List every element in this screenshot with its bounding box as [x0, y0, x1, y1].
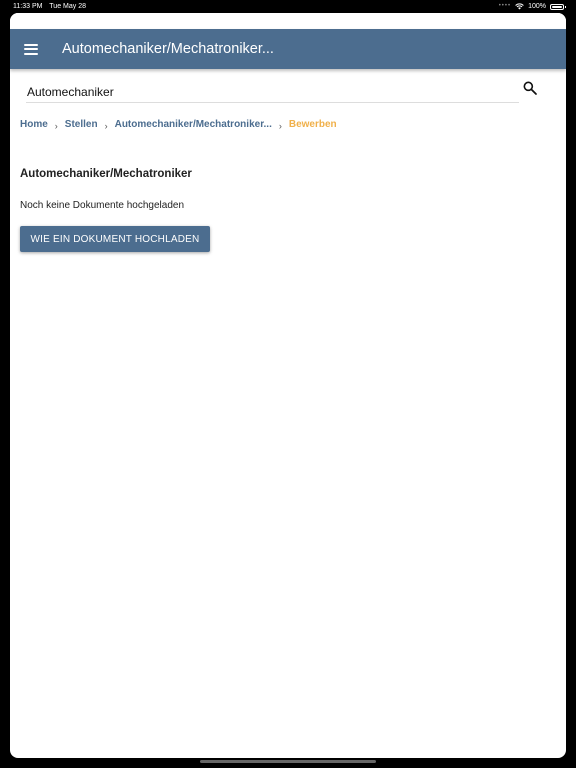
home-indicator[interactable] [200, 760, 376, 763]
app-screen: Automechaniker/Mechatroniker... Home › S… [10, 13, 566, 758]
status-bar: 11:33 PM Tue May 28 •••• 100% [0, 0, 576, 13]
upload-document-button[interactable]: WIE EIN DOKUMENT HOCHLADEN [20, 226, 210, 252]
breadcrumb: Home › Stellen › Automechaniker/Mechatro… [20, 119, 337, 131]
search-row [10, 69, 566, 115]
section-title: Automechaniker/Mechatroniker [20, 168, 192, 180]
wifi-icon [515, 3, 524, 10]
status-right: •••• 100% [498, 0, 566, 13]
status-date: Tue May 28 [49, 3, 86, 10]
breadcrumb-separator: › [54, 120, 58, 131]
hamburger-menu-icon[interactable] [24, 43, 38, 55]
top-spacer [10, 13, 566, 29]
status-time: 11:33 PM [13, 3, 43, 10]
breadcrumb-home[interactable]: Home [20, 119, 48, 130]
search-input[interactable] [26, 82, 519, 103]
breadcrumb-current: Bewerben [288, 119, 337, 130]
status-left: 11:33 PM Tue May 28 [13, 0, 91, 13]
breadcrumb-separator: › [278, 120, 282, 131]
signal-dots-icon: •••• [498, 3, 512, 9]
breadcrumb-job[interactable]: Automechaniker/Mechatroniker... [115, 119, 272, 130]
battery-icon [550, 3, 566, 10]
app-title: Automechaniker/Mechatroniker... [62, 41, 274, 57]
app-bar: Automechaniker/Mechatroniker... [10, 29, 566, 69]
breadcrumb-stellen[interactable]: Stellen [65, 119, 98, 130]
battery-percent: 100% [528, 3, 546, 10]
empty-state-text: Noch keine Dokumente hochgeladen [20, 200, 184, 211]
breadcrumb-separator: › [104, 120, 108, 131]
search-icon[interactable] [522, 80, 538, 96]
